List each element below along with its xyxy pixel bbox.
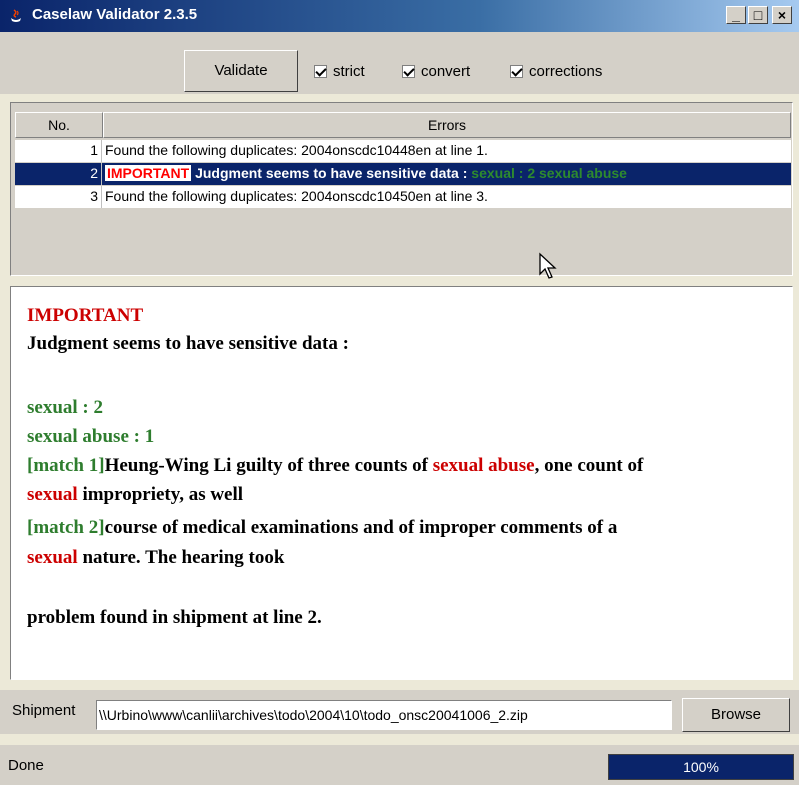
row-error-text: Judgment seems to have sensitive data : bbox=[195, 165, 468, 181]
mouse-cursor-icon bbox=[539, 252, 557, 279]
toolbar bbox=[0, 32, 799, 94]
progress-bar: 100% bbox=[608, 754, 794, 780]
convert-label: convert bbox=[421, 63, 471, 80]
detail-term: sexual : 2 bbox=[27, 397, 103, 418]
checkbox-checked-icon[interactable] bbox=[314, 65, 327, 78]
table-row[interactable]: 3 Found the following duplicates: 2004on… bbox=[15, 186, 791, 208]
browse-button[interactable]: Browse bbox=[682, 698, 790, 732]
title-bar[interactable]: Caselaw Validator 2.3.5 _ □ × bbox=[0, 0, 799, 32]
row-error: Found the following duplicates: 2004onsc… bbox=[105, 188, 488, 204]
checkbox-checked-icon[interactable] bbox=[510, 65, 523, 78]
match-tag: [match 2] bbox=[27, 517, 105, 538]
detail-term: sexual abuse : 1 bbox=[27, 426, 155, 447]
status-text: Done bbox=[8, 757, 44, 774]
row-error: IMPORTANT Judgment seems to have sensiti… bbox=[103, 163, 627, 185]
column-header-no[interactable]: No. bbox=[15, 112, 103, 138]
corrections-label: corrections bbox=[529, 63, 603, 80]
match-text: impropriety, as well bbox=[77, 484, 244, 505]
row-number: 1 bbox=[15, 140, 102, 162]
table-header: No. Errors bbox=[15, 112, 791, 138]
progress-label: 100% bbox=[683, 759, 719, 775]
maximize-button[interactable]: □ bbox=[748, 6, 768, 24]
row-number: 2 bbox=[15, 163, 102, 185]
match-text: , one count of bbox=[534, 455, 644, 476]
detail-important: IMPORTANT bbox=[27, 305, 144, 326]
important-tag: IMPORTANT bbox=[105, 165, 192, 181]
match-highlight: sexual abuse bbox=[432, 455, 535, 476]
match-highlight: sexual bbox=[27, 484, 78, 505]
row-error: Found the following duplicates: 2004onsc… bbox=[105, 142, 488, 158]
detail-match-2: [match 2]course of medical examinations … bbox=[27, 517, 617, 539]
match-tag: [match 1] bbox=[27, 455, 105, 476]
detail-footer: problem found in shipment at line 2. bbox=[27, 607, 322, 628]
strict-label: strict bbox=[333, 63, 365, 80]
minimize-button[interactable]: _ bbox=[726, 6, 746, 24]
table-row[interactable]: 1 Found the following duplicates: 2004on… bbox=[15, 140, 791, 162]
match-text: Heung-Wing Li guilty of three counts of bbox=[104, 455, 433, 476]
match-text: course of medical examinations and of im… bbox=[104, 517, 618, 538]
java-cup-icon bbox=[11, 9, 21, 22]
detail-match-1: [match 1]Heung-Wing Li guilty of three c… bbox=[27, 455, 643, 477]
detail-match-2-cont: sexual nature. The hearing took bbox=[27, 547, 284, 569]
detail-heading: Judgment seems to have sensitive data : bbox=[27, 333, 349, 354]
table-row-selected[interactable]: 2 IMPORTANT Judgment seems to have sensi… bbox=[15, 163, 791, 185]
app-window: Caselaw Validator 2.3.5 _ □ × Validate s… bbox=[0, 0, 799, 785]
sensitive-terms: sexual : 2 sexual abuse bbox=[471, 165, 627, 181]
corrections-checkbox[interactable]: corrections bbox=[510, 63, 602, 81]
convert-checkbox[interactable]: convert bbox=[402, 63, 470, 81]
close-button[interactable]: × bbox=[772, 6, 792, 24]
detail-match-1-cont: sexual impropriety, as well bbox=[27, 484, 243, 506]
window-title: Caselaw Validator 2.3.5 bbox=[32, 6, 198, 23]
column-header-errors[interactable]: Errors bbox=[103, 112, 791, 138]
checkbox-checked-icon[interactable] bbox=[402, 65, 415, 78]
row-number: 3 bbox=[15, 186, 102, 208]
validate-button[interactable]: Validate bbox=[184, 50, 298, 92]
shipment-path-field[interactable]: \\Urbino\www\canlii\archives\todo\2004\1… bbox=[96, 700, 672, 730]
shipment-label: Shipment bbox=[12, 702, 76, 719]
match-text: nature. The hearing took bbox=[77, 547, 285, 568]
match-highlight: sexual bbox=[27, 547, 78, 568]
strict-checkbox[interactable]: strict bbox=[314, 63, 365, 81]
detail-pane[interactable]: IMPORTANT Judgment seems to have sensiti… bbox=[10, 286, 793, 680]
